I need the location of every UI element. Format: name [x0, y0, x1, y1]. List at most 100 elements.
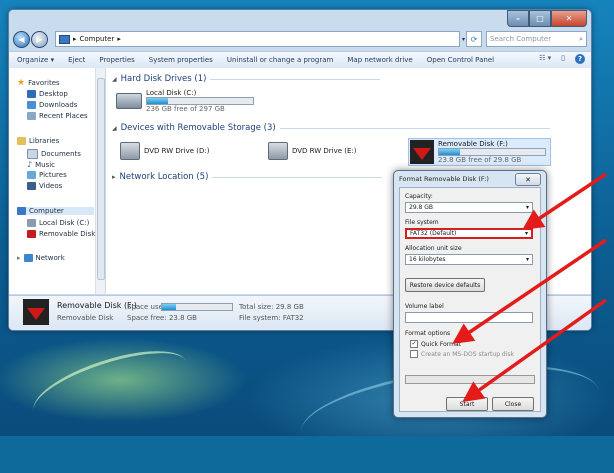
nav-label: Music [35, 160, 56, 169]
drive-usage-bar [146, 97, 254, 105]
group-network-location[interactable]: ▸ Network Location (5) [112, 172, 383, 182]
wallpaper-swoosh [25, 336, 195, 437]
file-system-label: File system [405, 219, 439, 226]
search-input[interactable]: Search Computer ⌕ [486, 31, 587, 47]
capacity-select[interactable]: 29.8 GB ▾ [405, 202, 533, 213]
map-network-drive-button[interactable]: Map network drive [347, 56, 412, 64]
file-system-value: FAT32 (Default) [410, 230, 457, 237]
close-window-button[interactable]: ✕ [551, 10, 587, 27]
group-removable-storage[interactable]: ◢ Devices with Removable Storage (3) [112, 123, 550, 133]
address-bar-row: ◀ ▶ ▸ Computer ▸ ▾ ⟳ Search Computer ⌕ [13, 30, 587, 48]
drive-usage-fill [439, 149, 461, 155]
removable-disk-icon [23, 299, 49, 325]
chevron-down-icon: ▾ [524, 230, 528, 237]
msdos-startup-checkbox[interactable]: Create an MS-DOS startup disk [410, 350, 514, 358]
address-dropdown-icon[interactable]: ▾ [462, 36, 465, 43]
documents-icon [27, 149, 38, 159]
eject-button[interactable]: Eject [68, 56, 85, 64]
forward-button[interactable]: ▶ [31, 30, 48, 48]
nav-scrollbar-thumb[interactable] [97, 78, 105, 280]
drive-name: Local Disk (C:) [146, 89, 197, 97]
nav-local-disk[interactable]: Local Disk (C:) [27, 219, 89, 227]
chevron-right-icon: ▸ [73, 35, 77, 43]
address-bar[interactable]: ▸ Computer ▸ [55, 31, 460, 47]
libraries-icon [17, 137, 26, 145]
drive-local-disk-c[interactable]: Local Disk (C:) 236 GB free of 297 GB [116, 89, 254, 113]
chevron-right-icon: ▸ [117, 35, 121, 43]
restore-defaults-button[interactable]: Restore device defaults [405, 278, 485, 292]
nav-label: Local Disk (C:) [39, 219, 90, 227]
minimize-button[interactable]: – [507, 10, 529, 27]
nav-libraries[interactable]: Libraries [17, 137, 59, 145]
nav-scrollbar[interactable] [95, 68, 105, 294]
nav-favorites[interactable]: ★ Favorites [17, 78, 60, 88]
system-properties-button[interactable]: System properties [149, 56, 213, 64]
removable-disk-icon [27, 230, 36, 238]
start-button[interactable]: Start [446, 397, 488, 411]
group-label: Hard Disk Drives (1) [120, 74, 207, 84]
group-label: Devices with Removable Storage (3) [120, 123, 276, 133]
view-options-icon[interactable]: ☷ ▾ [539, 54, 551, 64]
drive-usage-bar [438, 148, 546, 156]
open-control-panel-button[interactable]: Open Control Panel [427, 56, 494, 64]
recent-places-icon [27, 112, 36, 120]
organize-button[interactable]: Organize ▾ [17, 56, 54, 64]
drive-name: Removable Disk (F:) [438, 140, 508, 148]
drive-dvd-e[interactable]: DVD RW Drive (E:) [268, 142, 357, 160]
nav-recent-places[interactable]: Recent Places [27, 112, 88, 120]
drive-free-text: 23.8 GB free of 29.8 GB [438, 156, 522, 164]
nav-desktop[interactable]: Desktop [27, 90, 68, 98]
hard-disk-icon [27, 219, 36, 227]
nav-label: Documents [41, 150, 81, 158]
dialog-cancel-button[interactable]: Close [492, 397, 534, 411]
drive-removable-f[interactable]: Removable Disk (F:) 23.8 GB free of 29.8… [408, 138, 551, 166]
nav-label: Recent Places [39, 112, 88, 120]
group-hard-disk-drives[interactable]: ◢ Hard Disk Drives (1) [112, 74, 381, 84]
nav-downloads[interactable]: Downloads [27, 101, 77, 109]
file-system-select[interactable]: FAT32 (Default) ▾ [405, 228, 533, 239]
help-icon[interactable]: ? [575, 54, 585, 64]
nav-network[interactable]: ▸ Network [17, 254, 65, 262]
volume-label-label: Volume label [405, 303, 444, 310]
quick-format-label: Quick Format [421, 340, 462, 348]
chevron-right-icon: ▸ [17, 254, 21, 262]
downloads-icon [27, 101, 36, 109]
nav-documents[interactable]: Documents [27, 149, 81, 159]
capacity-label: Capacity: [405, 193, 433, 200]
back-button[interactable]: ◀ [13, 30, 30, 48]
format-options-label: Format options [405, 330, 451, 337]
details-space-free: Space free: 23.8 GB [127, 314, 197, 322]
music-icon: ♪ [27, 160, 33, 169]
nav-label: Desktop [39, 90, 68, 98]
maximize-button[interactable]: □ [529, 10, 551, 27]
dialog-close-button[interactable]: ✕ [515, 173, 541, 186]
chevron-down-icon: ◢ [112, 75, 117, 83]
nav-music[interactable]: ♪ Music [27, 160, 55, 169]
nav-videos[interactable]: Videos [27, 182, 62, 190]
properties-button[interactable]: Properties [99, 56, 134, 64]
nav-label: Network [35, 254, 65, 262]
details-usage-fill [162, 304, 176, 310]
allocation-unit-label: Allocation unit size [405, 245, 462, 252]
drive-dvd-d[interactable]: DVD RW Drive (D:) [120, 142, 210, 160]
nav-computer[interactable]: Computer [17, 207, 94, 215]
toolbar-right: ☷ ▾ ▯ ? [539, 54, 585, 64]
nav-pictures[interactable]: Pictures [27, 171, 67, 179]
pictures-icon [27, 171, 36, 179]
volume-label-input[interactable] [405, 312, 533, 323]
group-divider [279, 127, 550, 129]
uninstall-program-button[interactable]: Uninstall or change a program [227, 56, 334, 64]
quick-format-checkbox[interactable]: ✓ Quick Format [410, 340, 461, 348]
nav-label: Videos [39, 182, 63, 190]
checkbox-box[interactable] [410, 350, 418, 358]
desktop-icon [27, 90, 36, 98]
refresh-button[interactable]: ⟳ [466, 31, 483, 47]
window-caption-buttons: – □ ✕ [507, 10, 587, 27]
nav-label: Downloads [39, 101, 78, 109]
nav-removable-disk[interactable]: Removable Disk (I [27, 230, 102, 238]
allocation-unit-select[interactable]: 16 kilobytes ▾ [405, 254, 533, 265]
drive-free-text: 236 GB free of 297 GB [146, 105, 225, 113]
navigation-pane: ★ Favorites Desktop Downloads Recent Plac… [9, 68, 106, 294]
checkbox-box[interactable]: ✓ [410, 340, 418, 348]
preview-pane-icon[interactable]: ▯ [561, 54, 565, 64]
